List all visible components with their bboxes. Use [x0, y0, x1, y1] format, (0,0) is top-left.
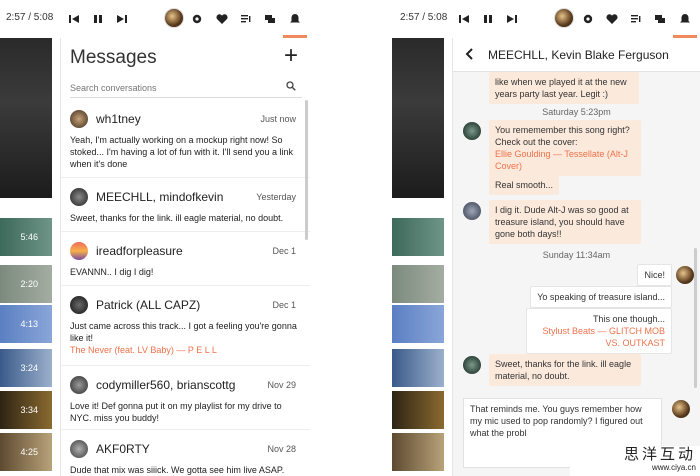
previous-icon[interactable] [454, 9, 474, 29]
conversation-list: wh1tney Just now Yeah, I'm actually work… [61, 100, 310, 476]
track-link[interactable]: The Never (feat. LV Baby) — P E L L [70, 344, 298, 356]
messages-icon[interactable] [650, 9, 670, 29]
track-thumb[interactable]: 3:24 [0, 349, 52, 387]
notification-icon[interactable] [675, 9, 695, 29]
pause-icon[interactable] [478, 9, 498, 29]
settings-icon[interactable] [578, 9, 598, 29]
message-bubble: You rememember this song right? Check ou… [489, 120, 641, 176]
user-avatar[interactable] [554, 8, 574, 28]
notification-icon[interactable] [285, 9, 305, 29]
message-bubble: I dig it. Dude Alt-J was so good at trea… [489, 200, 641, 244]
avatar [676, 266, 694, 284]
track-thumb[interactable]: 4:13 [0, 305, 52, 343]
message-bubble: Sweet, thanks for the link. ill eagle ma… [489, 354, 641, 386]
playback-time: 2:57 / 5:08 [400, 12, 448, 23]
track-thumb[interactable]: 4:25 [0, 433, 52, 471]
track-link[interactable]: Stylust Beats — GLITCH MOB VS. OUTKAST [533, 325, 665, 349]
conversation-item[interactable]: AKF0RTY Nov 28 Dude that mix was siiick.… [61, 430, 310, 476]
conversation-item[interactable]: ireadforpleasure Dec 1 EVANNN.. I dig I … [61, 232, 310, 286]
search-icon[interactable] [286, 81, 296, 91]
messages-screen: 2:57 / 5:08 5:46 2:20 4:13 3:24 3:34 4:2… [0, 0, 310, 476]
track-thumb[interactable] [392, 218, 444, 256]
track-thumb[interactable] [392, 265, 444, 303]
conversation-item[interactable]: codymiller560, brianscottg Nov 29 Love i… [61, 366, 310, 430]
scrollbar[interactable] [305, 100, 308, 240]
track-thumb[interactable] [392, 349, 444, 387]
back-arrow-icon[interactable] [463, 47, 477, 61]
album-art [392, 38, 444, 198]
page-title: Messages [70, 47, 157, 68]
new-message-button[interactable]: + [284, 44, 298, 68]
avatar [463, 202, 481, 220]
next-icon[interactable] [112, 9, 132, 29]
messages-icon[interactable] [260, 9, 280, 29]
chat-title: MEECHLL, Kevin Blake Ferguson [488, 48, 669, 62]
avatar [463, 356, 481, 374]
avatar [70, 376, 88, 394]
previous-icon[interactable] [64, 9, 84, 29]
track-link[interactable]: Ellie Goulding — Tessellate (Alt-J Cover… [495, 148, 635, 172]
user-avatar[interactable] [164, 8, 184, 28]
track-strip [392, 38, 444, 476]
pause-icon[interactable] [88, 9, 108, 29]
playback-time: 2:57 / 5:08 [6, 12, 54, 23]
track-thumb[interactable] [392, 391, 444, 429]
conversation-item[interactable]: wh1tney Just now Yeah, I'm actually work… [61, 100, 310, 178]
next-icon[interactable] [502, 9, 522, 29]
day-stamp: Saturday 5:23pm [542, 107, 611, 117]
message-bubble: Yo speaking of treasure island... [530, 286, 672, 308]
message-bubble: Nice! [637, 264, 672, 286]
message-bubble: like when we played it at the new years … [489, 72, 639, 104]
track-thumb[interactable] [392, 433, 444, 471]
search-bar [70, 78, 302, 98]
avatar [70, 188, 88, 206]
avatar [70, 440, 88, 458]
album-art [0, 38, 52, 198]
day-stamp: Sunday 11:34am [542, 250, 611, 260]
messages-panel: Messages + wh1tney Just now Yeah, I'm ac… [60, 38, 310, 476]
track-thumb[interactable] [392, 305, 444, 343]
player-bar: 2:57 / 5:08 [392, 0, 700, 38]
heart-icon[interactable] [602, 9, 622, 29]
chat-header: MEECHLL, Kevin Blake Ferguson [453, 38, 700, 72]
scrollbar[interactable] [694, 248, 697, 388]
conversation-item[interactable]: Patrick (ALL CAPZ) Dec 1 Just came acros… [61, 286, 310, 366]
conversation-item[interactable]: MEECHLL, mindofkevin Yesterday Sweet, th… [61, 178, 310, 232]
track-thumb[interactable]: 3:34 [0, 391, 52, 429]
message-bubble: Real smooth... [489, 175, 560, 195]
heart-icon[interactable] [212, 9, 232, 29]
player-bar: 2:57 / 5:08 [0, 0, 310, 38]
avatar [70, 296, 88, 314]
avatar [70, 110, 88, 128]
chat-panel: MEECHLL, Kevin Blake Ferguson like when … [452, 38, 700, 476]
avatar [463, 122, 481, 140]
playlist-icon[interactable] [626, 9, 646, 29]
track-thumb[interactable]: 2:20 [0, 265, 52, 303]
watermark: 思洋互动 www.ciya.cn [570, 446, 700, 476]
search-input[interactable] [70, 79, 270, 97]
playlist-icon[interactable] [236, 9, 256, 29]
avatar [672, 400, 690, 418]
track-thumb[interactable]: 5:46 [0, 218, 52, 256]
track-strip: 5:46 2:20 4:13 3:24 3:34 4:25 [0, 38, 52, 476]
chat-screen: 2:57 / 5:08 MEECHLL, Kevin Blake Ferguso… [392, 0, 700, 476]
avatar [70, 242, 88, 260]
settings-icon[interactable] [187, 9, 207, 29]
message-bubble: This one though... Stylust Beats — GLITC… [526, 308, 672, 354]
